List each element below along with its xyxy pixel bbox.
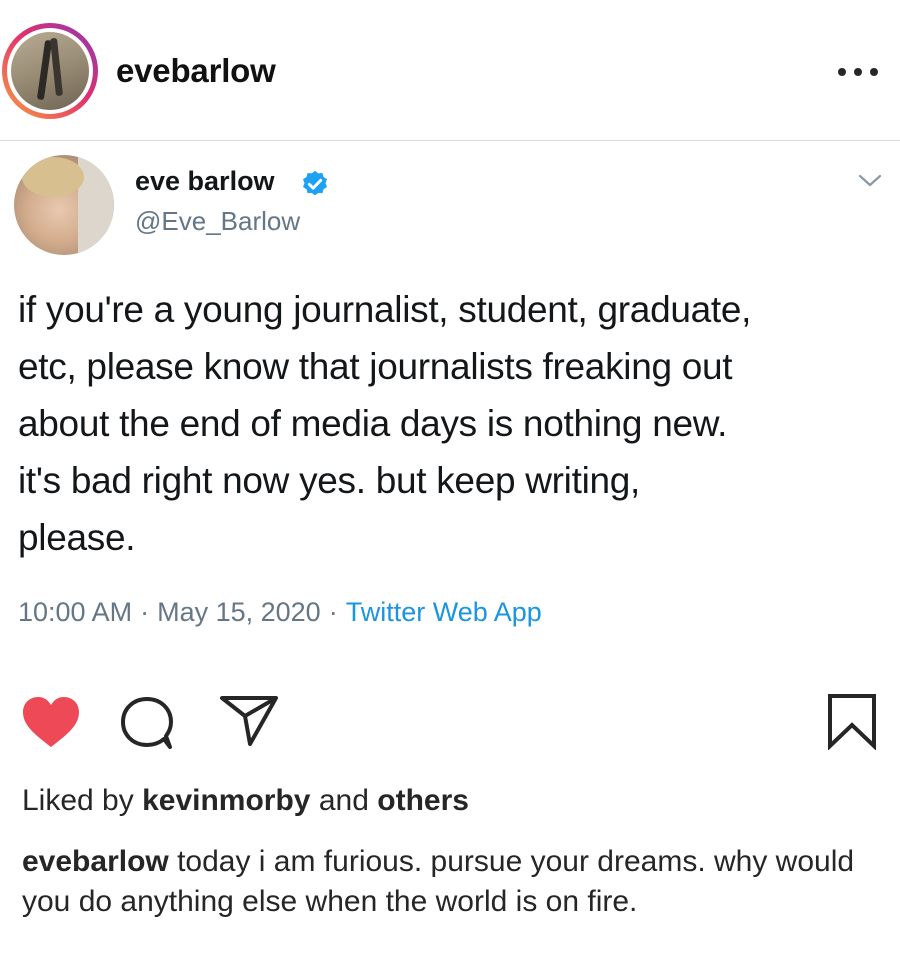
tweet-meta-separator: ·	[328, 597, 338, 627]
avatar-photo-detail	[36, 39, 53, 101]
tweet-time: 10:00 AM	[18, 597, 133, 627]
more-options-icon[interactable]	[838, 68, 882, 80]
likes-prefix: Liked by	[22, 784, 134, 817]
post-action-bar	[0, 690, 900, 760]
profile-avatar[interactable]	[2, 23, 98, 119]
likes-middle: and	[318, 784, 369, 817]
tweet-avatar	[14, 155, 114, 255]
tweet-avatar-background	[78, 155, 114, 255]
tweet-date: May 15, 2020	[157, 597, 321, 627]
tweet-meta-separator: ·	[140, 597, 150, 627]
avatar-photo-detail	[49, 37, 64, 97]
tweet-card: eve barlow @Eve_Barlow if you're a young…	[0, 141, 900, 671]
paper-plane-icon[interactable]	[218, 692, 280, 748]
avatar-photo	[11, 32, 89, 110]
heart-filled-icon[interactable]	[20, 694, 82, 750]
tweet-author-name: eve barlow	[135, 166, 275, 196]
comment-icon[interactable]	[118, 694, 180, 752]
verified-badge-icon	[303, 170, 327, 196]
caption-username[interactable]: evebarlow	[22, 845, 169, 878]
tweet-meta: 10:00 AM · May 15, 2020 · Twitter Web App	[18, 597, 542, 628]
post-username[interactable]: evebarlow	[116, 52, 276, 90]
liked-by-user[interactable]: kevinmorby	[142, 784, 310, 817]
bookmark-icon[interactable]	[826, 692, 878, 750]
tweet-avatar-detail	[22, 157, 84, 197]
liked-by-others[interactable]: others	[377, 784, 469, 817]
likes-summary: Liked by kevinmorby and others	[22, 784, 469, 818]
tweet-source: Twitter Web App	[345, 597, 542, 627]
chevron-down-icon	[858, 174, 882, 187]
post-header: evebarlow	[0, 0, 900, 141]
post-caption: evebarlow today i am furious. pursue you…	[22, 842, 882, 922]
tweet-author-handle: @Eve_Barlow	[135, 206, 301, 236]
tweet-text: if you're a young journalist, student, g…	[18, 289, 752, 558]
